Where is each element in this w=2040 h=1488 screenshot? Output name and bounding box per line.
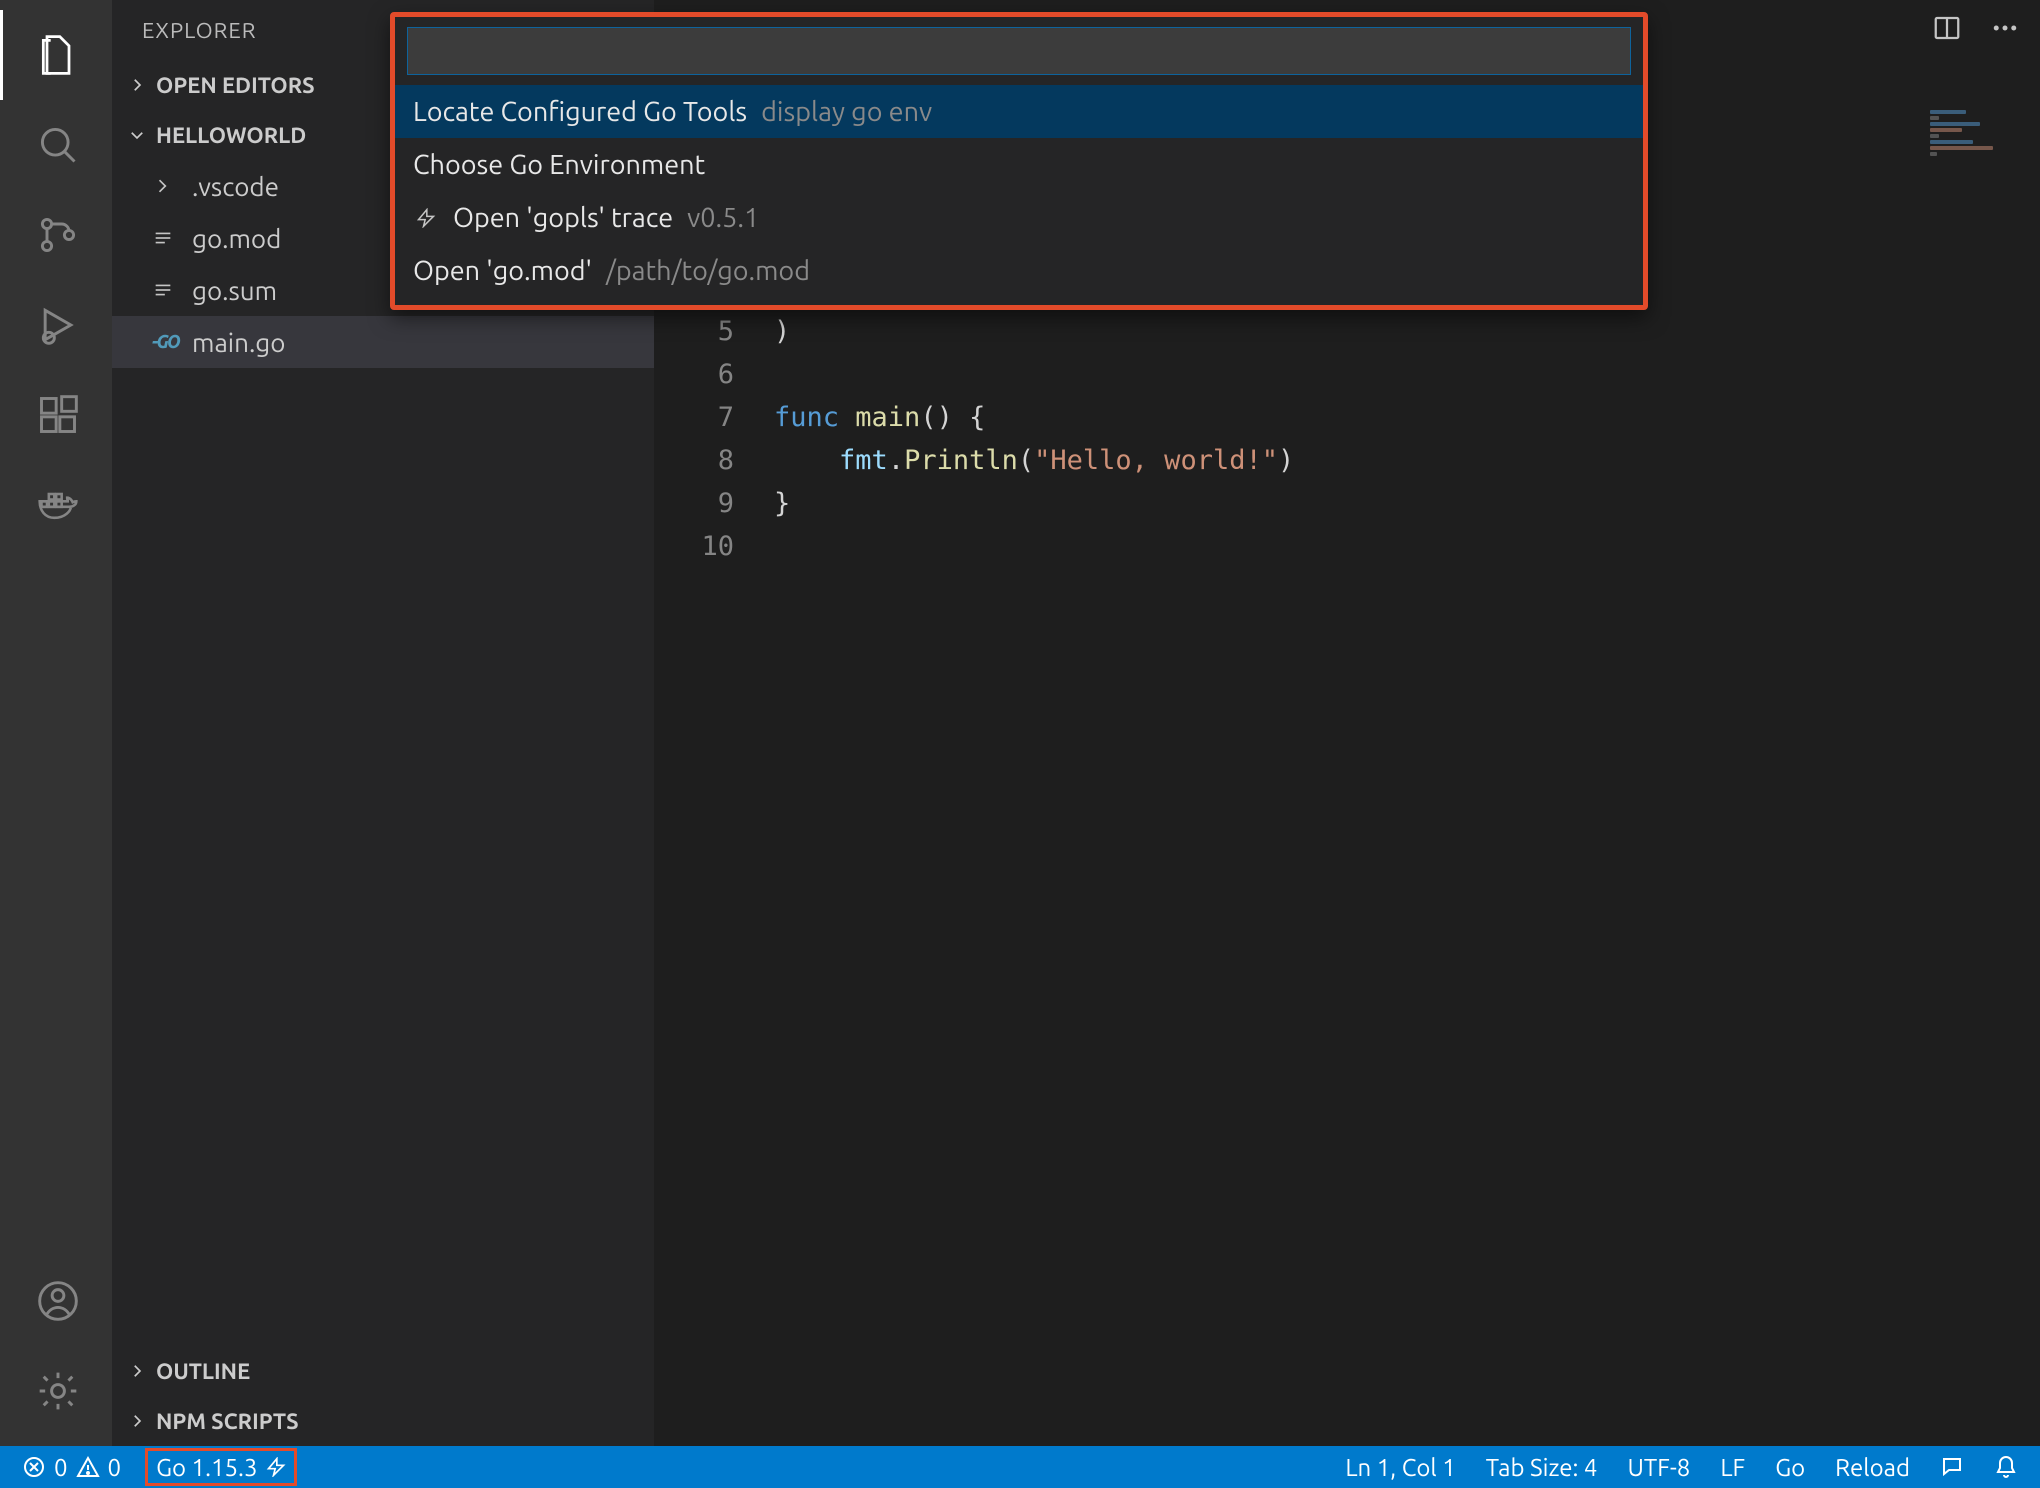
command-palette-item-desc: display go env: [761, 97, 932, 127]
zap-icon: [413, 208, 439, 228]
open-editors-label: OPEN EDITORS: [156, 73, 315, 98]
outline-section[interactable]: OUTLINE: [112, 1346, 654, 1396]
line-number: 10: [654, 525, 734, 568]
settings-activity-icon[interactable]: [0, 1346, 112, 1436]
tree-label: .vscode: [192, 172, 279, 201]
status-go-version-label: Go 1.15.3: [156, 1454, 257, 1481]
more-actions-icon[interactable]: [1990, 13, 2020, 47]
status-tab-size[interactable]: Tab Size: 4: [1480, 1454, 1604, 1481]
status-feedback-icon[interactable]: [1934, 1455, 1970, 1479]
line-number: 8: [654, 439, 734, 482]
line-number: 7: [654, 396, 734, 439]
npm-scripts-section[interactable]: NPM SCRIPTS: [112, 1396, 654, 1446]
chevron-down-icon: [124, 126, 150, 144]
tree-file-maingo[interactable]: -GO main.go: [112, 316, 654, 368]
status-language-mode[interactable]: Go: [1769, 1454, 1811, 1481]
line-number-gutter: 5 6 7 8 9 10: [654, 310, 774, 1446]
lines-file-icon: [152, 279, 192, 301]
status-ln-col[interactable]: Ln 1, Col 1: [1339, 1454, 1461, 1481]
status-reload[interactable]: Reload: [1829, 1454, 1916, 1481]
tree-label: go.mod: [192, 224, 281, 253]
command-palette-item[interactable]: Locate Configured Go Tools display go en…: [395, 85, 1643, 138]
command-palette-item[interactable]: Choose Go Environment: [395, 138, 1643, 191]
command-palette-item-label: Open 'gopls' trace: [453, 203, 673, 233]
status-problems[interactable]: 0 0: [16, 1454, 127, 1481]
command-palette-input[interactable]: [407, 27, 1631, 75]
chevron-right-icon: [124, 76, 150, 94]
command-palette-item-desc: v0.5.1: [687, 203, 759, 233]
command-palette-item-label: Open 'go.mod': [413, 256, 592, 286]
lines-file-icon: [152, 227, 192, 249]
file-tree: .vscode go.mod go.sum -GO main.go: [112, 160, 654, 1346]
go-file-icon: -GO: [152, 332, 192, 352]
status-error-count: 0: [54, 1454, 68, 1481]
command-palette-item-label: Locate Configured Go Tools: [413, 97, 747, 127]
status-encoding[interactable]: UTF-8: [1621, 1454, 1696, 1481]
command-palette-item[interactable]: Open 'gopls' trace v0.5.1: [395, 191, 1643, 244]
activity-bar: [0, 0, 112, 1446]
extensions-activity-icon[interactable]: [0, 370, 112, 460]
command-palette-list: Locate Configured Go Tools display go en…: [395, 85, 1643, 305]
run-debug-activity-icon[interactable]: [0, 280, 112, 370]
docker-activity-icon[interactable]: [0, 460, 112, 550]
outline-label: OUTLINE: [156, 1359, 250, 1384]
command-palette: Locate Configured Go Tools display go en…: [390, 12, 1648, 310]
command-palette-item[interactable]: Open 'go.mod' /path/to/go.mod: [395, 244, 1643, 297]
chevron-right-icon: [124, 1412, 150, 1430]
status-warning-count: 0: [108, 1454, 122, 1481]
error-icon: [22, 1455, 46, 1479]
tree-label: go.sum: [192, 276, 277, 305]
status-bar: 0 0 Go 1.15.3 Ln 1, Col 1 Tab Size: 4 UT…: [0, 1446, 2040, 1488]
chevron-right-icon: [124, 1362, 150, 1380]
line-number: 6: [654, 353, 734, 396]
status-eol[interactable]: LF: [1714, 1454, 1751, 1481]
warning-icon: [76, 1455, 100, 1479]
npm-scripts-label: NPM SCRIPTS: [156, 1409, 299, 1434]
search-activity-icon[interactable]: [0, 100, 112, 190]
source-control-activity-icon[interactable]: [0, 190, 112, 280]
line-number: 9: [654, 482, 734, 525]
status-go-version[interactable]: Go 1.15.3: [145, 1448, 296, 1486]
folder-label: HELLOWORLD: [156, 123, 306, 148]
status-bell-icon[interactable]: [1988, 1455, 2024, 1479]
command-palette-item-desc: /path/to/go.mod: [606, 256, 810, 286]
line-number: 5: [654, 310, 734, 353]
tree-label: main.go: [192, 328, 285, 357]
zap-icon: [266, 1457, 286, 1477]
chevron-right-icon: [152, 176, 192, 196]
account-activity-icon[interactable]: [0, 1256, 112, 1346]
explorer-activity-icon[interactable]: [0, 10, 112, 100]
code-lines: ) func main() { fmt.Println("Hello, worl…: [774, 310, 2040, 1446]
split-editor-icon[interactable]: [1932, 13, 1962, 47]
command-palette-item-label: Choose Go Environment: [413, 150, 705, 180]
